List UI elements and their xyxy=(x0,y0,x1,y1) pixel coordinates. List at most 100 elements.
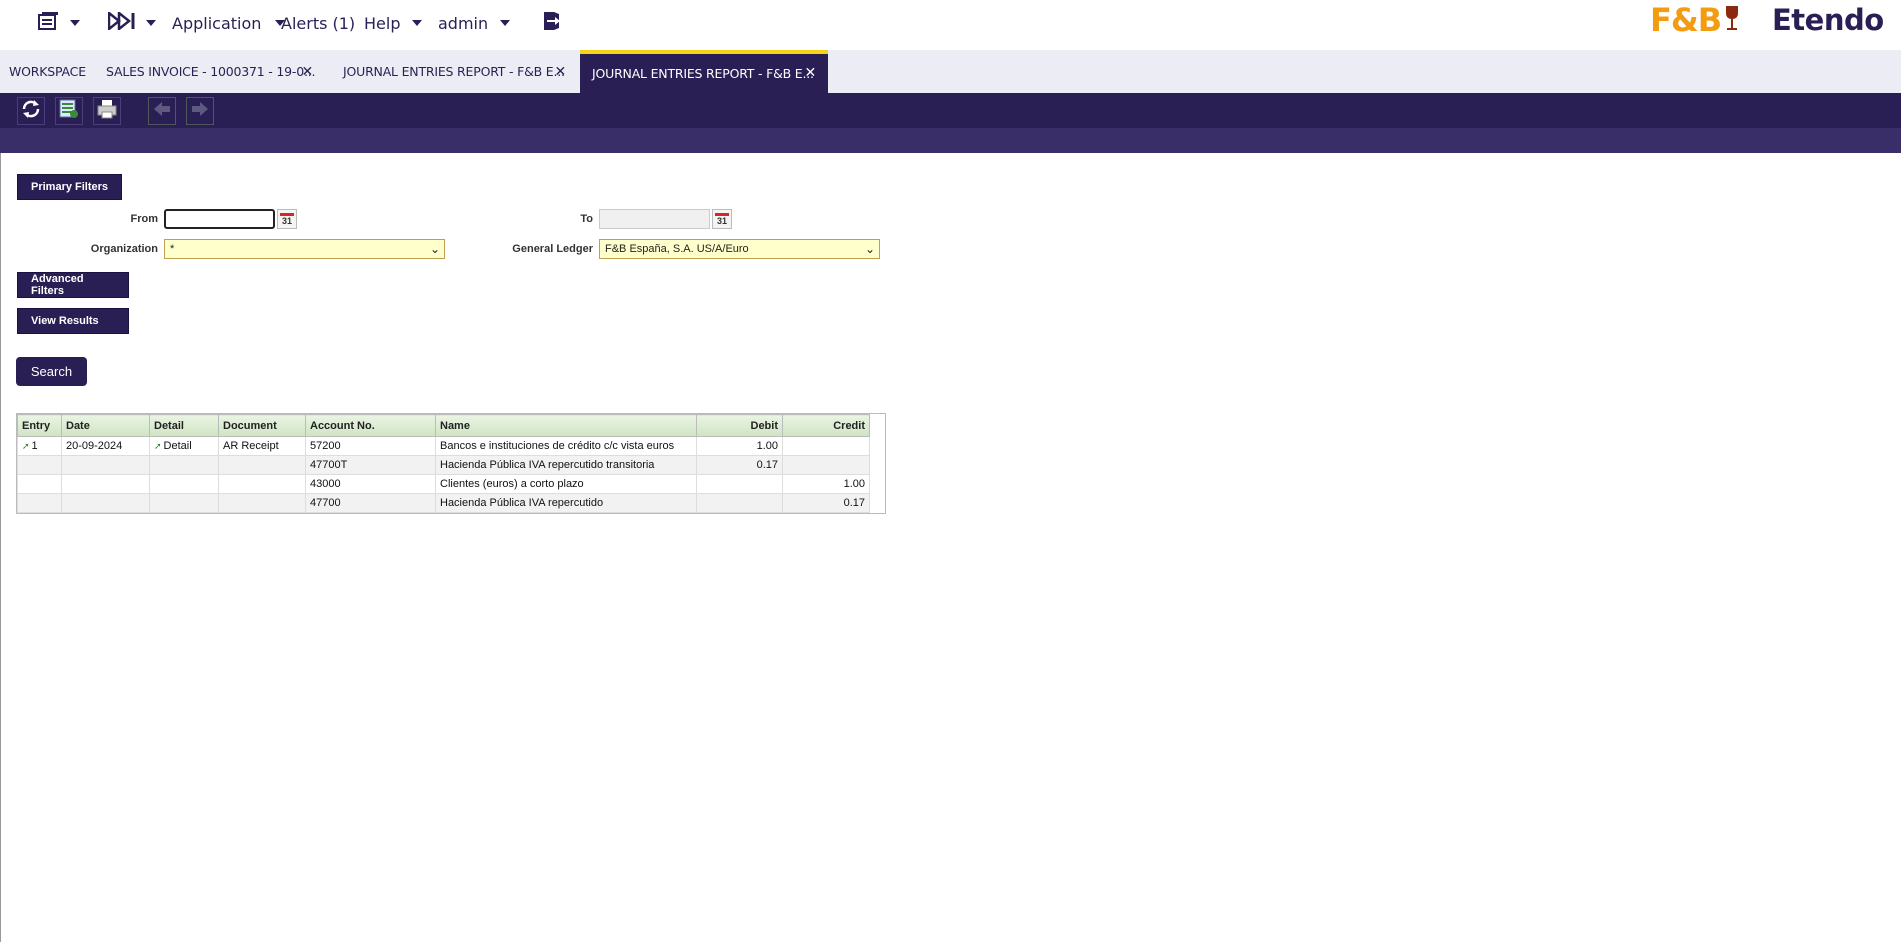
column-header-entry[interactable]: Entry xyxy=(17,414,62,437)
date-cell xyxy=(61,493,150,513)
previous-button[interactable] xyxy=(148,97,176,125)
journal-entries-table: Entry Date Detail Document Account No. N… xyxy=(16,413,886,514)
column-header-document[interactable]: Document xyxy=(218,414,306,437)
export-spreadsheet-icon xyxy=(58,98,80,125)
print-button[interactable] xyxy=(93,97,121,125)
entry-cell xyxy=(17,474,62,494)
chevron-down-icon: ⌄ xyxy=(429,242,440,256)
view-results-button[interactable]: View Results xyxy=(17,308,129,334)
column-header-name[interactable]: Name xyxy=(435,414,697,437)
general-ledger-label: General Ledger xyxy=(512,243,593,255)
date-cell xyxy=(61,455,150,475)
tab-label: JOURNAL ENTRIES REPORT - F&B E... xyxy=(343,64,565,79)
close-icon[interactable]: ✕ xyxy=(804,65,816,81)
drill-down-arrow-icon: ➚ xyxy=(154,441,162,451)
user-label: admin xyxy=(438,13,489,33)
close-icon[interactable]: ✕ xyxy=(301,64,313,80)
name-cell: Hacienda Pública IVA repercutido xyxy=(435,493,697,513)
tab-workspace[interactable]: WORKSPACE xyxy=(0,50,95,93)
entry-link[interactable]: 1 xyxy=(32,440,38,452)
detail-cell xyxy=(149,493,219,513)
entry-cell xyxy=(17,455,62,475)
from-date-input[interactable] xyxy=(164,209,275,229)
detail-cell xyxy=(149,455,219,475)
calendar-icon-text: 31 xyxy=(716,215,727,226)
chevron-down-icon xyxy=(146,20,156,26)
quick-create-menu[interactable] xyxy=(107,0,156,46)
user-menu[interactable]: admin xyxy=(438,0,511,46)
search-button[interactable]: Search xyxy=(16,357,87,386)
document-cell: AR Receipt xyxy=(218,436,306,456)
to-calendar-button[interactable]: 31 xyxy=(712,209,732,229)
next-button[interactable] xyxy=(186,97,214,125)
previous-icon xyxy=(152,100,172,123)
general-ledger-select[interactable]: F&B España, S.A. US/A/Euro ⌄ xyxy=(599,239,880,259)
logout-button[interactable] xyxy=(542,0,562,46)
debit-cell xyxy=(696,493,783,513)
organization-select[interactable]: * ⌄ xyxy=(164,239,445,259)
tab-journal-entries-report-active[interactable]: JOURNAL ENTRIES REPORT - F&B E... ✕ xyxy=(580,50,828,93)
column-header-debit[interactable]: Debit xyxy=(696,414,783,437)
organization-label: Organization xyxy=(90,243,158,255)
help-label: Help xyxy=(364,13,401,33)
column-header-detail[interactable]: Detail xyxy=(149,414,219,437)
fb-logo: F&B xyxy=(1650,1,1739,39)
organization-value: * xyxy=(170,243,175,255)
chevron-down-icon xyxy=(500,20,511,26)
detail-link[interactable]: Detail xyxy=(164,440,192,452)
print-icon xyxy=(96,98,118,125)
name-cell: Clientes (euros) a corto plazo xyxy=(435,474,697,494)
table-row: 43000 Clientes (euros) a corto plazo 1.0… xyxy=(17,474,870,494)
tab-bar: WORKSPACE SALES INVOICE - 1000371 - 19-0… xyxy=(0,50,1901,93)
column-header-account-no[interactable]: Account No. xyxy=(305,414,436,437)
detail-cell[interactable]: ➚ Detail xyxy=(149,436,219,456)
credit-cell: 1.00 xyxy=(782,474,870,494)
account-cell: 57200 xyxy=(305,436,436,456)
debit-cell: 1.00 xyxy=(696,436,783,456)
to-date-input[interactable] xyxy=(599,209,710,229)
chevron-down-icon xyxy=(70,20,80,26)
entry-cell xyxy=(17,493,62,513)
document-cell xyxy=(218,455,306,475)
alerts-label: Alerts (1) xyxy=(281,13,356,33)
quick-launch-menu[interactable] xyxy=(38,0,80,46)
chevron-down-icon: ⌄ xyxy=(864,242,875,256)
debit-cell: 0.17 xyxy=(696,455,783,475)
credit-cell xyxy=(782,436,870,456)
from-calendar-button[interactable]: 31 xyxy=(277,209,297,229)
table-row: ➚ 1 20-09-2024 ➚ Detail AR Receipt 57200 B… xyxy=(17,436,870,456)
advanced-filters-button[interactable]: Advanced Filters xyxy=(17,272,129,298)
alerts-link[interactable]: Alerts (1) xyxy=(281,0,355,46)
etendo-logo: Etendo xyxy=(1772,3,1884,37)
application-menu-label: Application xyxy=(172,13,262,33)
refresh-button[interactable] xyxy=(17,97,45,125)
calendar-icon-text: 31 xyxy=(281,215,292,226)
account-cell: 47700 xyxy=(305,493,436,513)
document-cell xyxy=(218,474,306,494)
next-icon xyxy=(190,100,210,123)
credit-cell: 0.17 xyxy=(782,493,870,513)
tab-journal-entries-report[interactable]: JOURNAL ENTRIES REPORT - F&B E... ✕ xyxy=(334,50,578,93)
tab-label: WORKSPACE xyxy=(9,64,86,79)
tab-sales-invoice[interactable]: SALES INVOICE - 1000371 - 19-0... ✕ xyxy=(97,50,325,93)
toolbar-subbar xyxy=(0,128,1901,153)
help-menu[interactable]: Help xyxy=(364,0,423,46)
entry-cell[interactable]: ➚ 1 xyxy=(17,436,62,456)
column-header-credit[interactable]: Credit xyxy=(782,414,870,437)
wine-glass-icon xyxy=(1725,1,1739,39)
name-cell: Bancos e instituciones de crédito c/c vi… xyxy=(435,436,697,456)
window-list-icon xyxy=(38,11,60,35)
document-cell xyxy=(218,493,306,513)
column-header-date[interactable]: Date xyxy=(61,414,150,437)
report-toolbar xyxy=(0,93,1901,128)
table-header: Entry Date Detail Document Account No. N… xyxy=(17,414,870,437)
general-ledger-value: F&B España, S.A. US/A/Euro xyxy=(605,243,749,255)
drill-down-arrow-icon: ➚ xyxy=(22,441,30,451)
export-spreadsheet-button[interactable] xyxy=(55,97,83,125)
application-menu[interactable]: Application xyxy=(172,0,286,46)
calendar-icon: 31 xyxy=(715,212,729,226)
account-cell: 47700T xyxy=(305,455,436,475)
primary-filters-button[interactable]: Primary Filters xyxy=(17,174,123,200)
fast-forward-icon xyxy=(107,10,136,34)
close-icon[interactable]: ✕ xyxy=(554,64,566,80)
